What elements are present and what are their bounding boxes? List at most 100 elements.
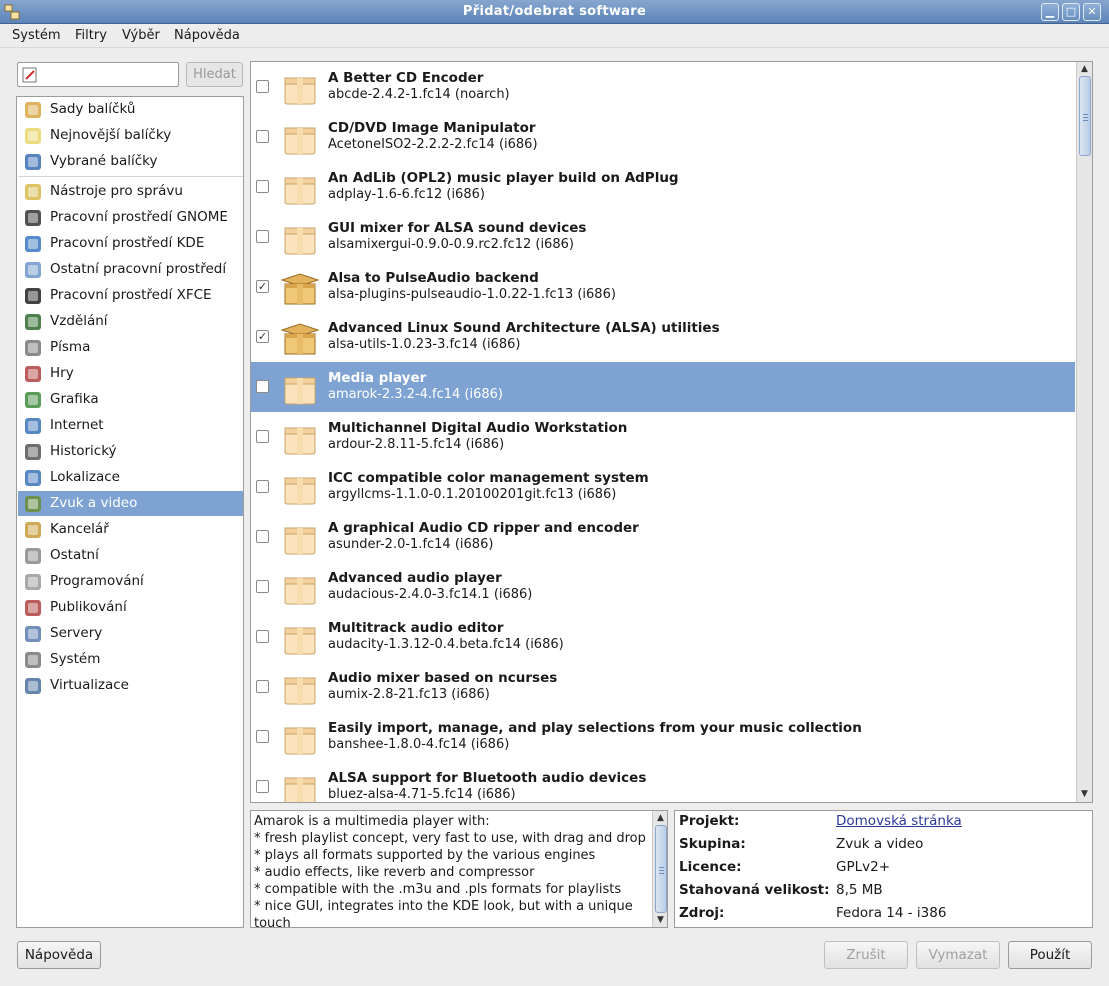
package-row[interactable]: An AdLib (OPL2) music player build on Ad… — [251, 162, 1075, 212]
package-checkbox[interactable]: ✓ — [256, 330, 269, 343]
package-box-icon — [279, 718, 321, 756]
homepage-link[interactable]: Domovská stránka — [836, 813, 962, 829]
scrollbar-thumb[interactable] — [655, 825, 667, 913]
package-row[interactable]: Easily import, manage, and play selectio… — [251, 712, 1075, 762]
group-item[interactable]: Historický — [18, 439, 243, 464]
package-checkbox[interactable] — [256, 180, 269, 193]
group-label: Nástroje pro správu — [50, 183, 183, 199]
package-checkbox[interactable] — [256, 530, 269, 543]
menu-system[interactable]: Systém — [12, 28, 60, 43]
package-checkbox[interactable]: ✓ — [256, 280, 269, 293]
package-row[interactable]: A Better CD Encoder abcde-2.4.2-1.fc14 (n… — [251, 62, 1075, 112]
package-name: A Better CD Encoder — [328, 70, 484, 86]
package-checkbox[interactable] — [256, 480, 269, 493]
menubar: Systém Filtry Výběr Nápověda — [0, 24, 1109, 48]
group-item[interactable]: Nástroje pro správu — [18, 179, 243, 204]
package-row[interactable]: Multichannel Digital Audio Workstation ar… — [251, 412, 1075, 462]
package-name: An AdLib (OPL2) music player build on Ad… — [328, 170, 679, 186]
scroll-down-arrow-icon[interactable]: ▼ — [653, 913, 667, 927]
package-row[interactable]: CD/DVD Image Manipulator AcetoneISO2-2.2.… — [251, 112, 1075, 162]
package-row[interactable]: Audio mixer based on ncurses aumix-2.8-21… — [251, 662, 1075, 712]
package-row[interactable]: ✓ Advanced Linux Sound Architecture (ALSA… — [251, 312, 1075, 362]
package-checkbox[interactable] — [256, 780, 269, 793]
close-button[interactable]: ✕ — [1083, 3, 1101, 21]
package-checkbox[interactable] — [256, 630, 269, 643]
package-row[interactable]: Advanced audio player audacious-2.4.0-3.f… — [251, 562, 1075, 612]
package-checkbox[interactable] — [256, 230, 269, 243]
package-checkbox[interactable] — [256, 430, 269, 443]
menu-help[interactable]: Nápověda — [174, 28, 240, 43]
scroll-up-arrow-icon[interactable]: ▲ — [1077, 62, 1092, 76]
group-item[interactable]: Hry — [18, 361, 243, 386]
group-label: Publikování — [50, 599, 127, 615]
package-row[interactable]: A graphical Audio CD ripper and encoder a… — [251, 512, 1075, 562]
package-checkbox[interactable] — [256, 80, 269, 93]
cancel-button[interactable]: Zrušit — [824, 941, 908, 969]
help-button[interactable]: Nápověda — [17, 941, 101, 969]
group-label: Zvuk a video — [50, 495, 138, 511]
package-checkbox[interactable] — [256, 580, 269, 593]
package-row[interactable]: Multitrack audio editor audacity-1.3.12-0… — [251, 612, 1075, 662]
group-item[interactable]: Lokalizace — [18, 465, 243, 490]
group-item[interactable]: Virtualizace — [18, 673, 243, 698]
search-input[interactable] — [17, 62, 179, 87]
group-item[interactable]: Publikování — [18, 595, 243, 620]
window-titlebar[interactable]: Přidat/odebrat software ▁ □ ✕ — [0, 0, 1109, 24]
package-box-icon — [279, 768, 321, 802]
package-list-scrollbar[interactable]: ▲ ▼ — [1076, 62, 1092, 802]
package-row[interactable]: Media player amarok-2.3.2-4.fc14 (i686) — [251, 362, 1075, 412]
group-label: Lokalizace — [50, 469, 120, 485]
search-button[interactable]: Hledat — [186, 62, 243, 87]
group-item[interactable]: Sady balíčků — [18, 97, 243, 122]
package-row[interactable]: ICC compatible color management system ar… — [251, 462, 1075, 512]
group-item[interactable]: Pracovní prostředí XFCE — [18, 283, 243, 308]
package-box-icon — [279, 368, 321, 406]
group-list[interactable]: Sady balíčků Nejnovější balíčky Vybrané ba… — [16, 96, 244, 928]
group-label: Vybrané balíčky — [50, 153, 158, 169]
apply-button[interactable]: Použít — [1008, 941, 1092, 969]
package-version: argyllcms-1.1.0-0.1.20100201git.fc13 (i6… — [328, 487, 617, 502]
package-row[interactable]: ✓ Alsa to PulseAudio backend alsa-plugins-… — [251, 262, 1075, 312]
package-checkbox[interactable] — [256, 130, 269, 143]
package-checkbox[interactable] — [256, 680, 269, 693]
group-item[interactable]: Internet — [18, 413, 243, 438]
maximize-button[interactable]: □ — [1062, 3, 1080, 21]
group-label: Pracovní prostředí KDE — [50, 235, 205, 251]
package-version: audacious-2.4.0-3.fc14.1 (i686) — [328, 587, 533, 602]
package-box-icon — [279, 668, 321, 706]
menu-selection[interactable]: Výběr — [122, 28, 160, 43]
clear-button[interactable]: Vymazat — [916, 941, 1000, 969]
joystick-icon — [23, 364, 43, 384]
group-item[interactable]: Pracovní prostředí KDE — [18, 231, 243, 256]
scroll-down-arrow-icon[interactable]: ▼ — [1077, 787, 1092, 801]
group-item[interactable]: Servery — [18, 621, 243, 646]
package-version: aumix-2.8-21.fc13 (i686) — [328, 687, 490, 702]
minimize-button[interactable]: ▁ — [1041, 3, 1059, 21]
group-item[interactable]: Grafika — [18, 387, 243, 412]
package-checkbox[interactable] — [256, 380, 269, 393]
package-row[interactable]: GUI mixer for ALSA sound devices alsamixe… — [251, 212, 1075, 262]
package-name: Media player — [328, 370, 427, 386]
group-item[interactable]: Ostatní pracovní prostředí — [18, 257, 243, 282]
group-item[interactable]: Systém — [18, 647, 243, 672]
package-checkbox[interactable] — [256, 730, 269, 743]
description-scrollbar[interactable]: ▲ ▼ — [652, 811, 667, 927]
group-label: Sady balíčků — [50, 101, 136, 117]
group-item[interactable]: Programování — [18, 569, 243, 594]
menu-filters[interactable]: Filtry — [75, 28, 107, 43]
group-item[interactable]: Zvuk a video — [18, 491, 243, 516]
group-label: Ostatní pracovní prostředí — [50, 261, 227, 277]
group-item[interactable]: Kancelář — [18, 517, 243, 542]
group-item[interactable]: Vybrané balíčky — [18, 149, 243, 174]
scrollbar-thumb[interactable] — [1079, 76, 1091, 156]
group-item[interactable]: Písma — [18, 335, 243, 360]
group-item[interactable]: Nejnovější balíčky — [18, 123, 243, 148]
group-item[interactable]: Pracovní prostředí GNOME — [18, 205, 243, 230]
scroll-up-arrow-icon[interactable]: ▲ — [653, 811, 667, 825]
group-label: Kancelář — [50, 521, 109, 537]
package-list[interactable]: ▲ ▼ A Better CD Encoder abcde-2.4.2-1.fc1… — [250, 61, 1093, 803]
group-item[interactable]: Ostatní — [18, 543, 243, 568]
detail-value: Fedora 14 - i386 — [836, 905, 947, 921]
group-item[interactable]: Vzdělání — [18, 309, 243, 334]
package-row[interactable]: ALSA support for Bluetooth audio devices… — [251, 762, 1075, 802]
